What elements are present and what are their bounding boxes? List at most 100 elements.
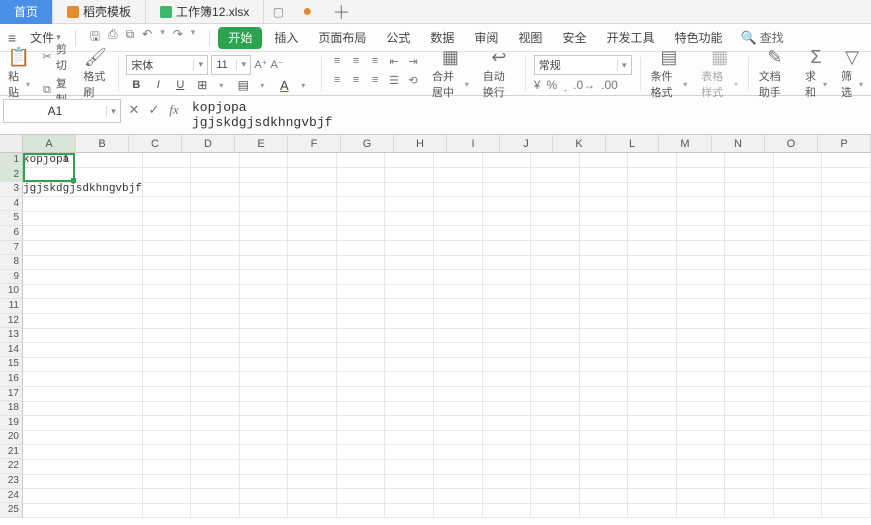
row-header-24[interactable]: 24	[0, 489, 23, 504]
cell-N2[interactable]	[725, 168, 774, 183]
col-header-L[interactable]: L	[606, 135, 659, 152]
orientation-icon[interactable]: ⟲	[404, 74, 422, 92]
cell-M25[interactable]	[676, 503, 725, 518]
cell-M5[interactable]	[676, 211, 725, 226]
cell-G21[interactable]	[385, 445, 434, 460]
cell-O1[interactable]	[773, 153, 822, 168]
cell-C25[interactable]	[191, 503, 240, 518]
cell-L19[interactable]	[628, 416, 677, 431]
confirm-edit-icon[interactable]: ✓	[144, 96, 164, 118]
cell-K2[interactable]	[579, 168, 628, 183]
cell-C24[interactable]	[191, 489, 240, 504]
cell-G16[interactable]	[385, 372, 434, 387]
cell-I23[interactable]	[482, 474, 531, 489]
cell-A13[interactable]	[23, 328, 142, 343]
indent-increase-icon[interactable]: ⇥	[404, 55, 422, 73]
align-left-icon[interactable]: ≡	[328, 74, 346, 92]
cell-A8[interactable]	[23, 255, 142, 270]
chevron-down-icon[interactable]: ▾	[254, 81, 270, 90]
chevron-down-icon[interactable]: ▾	[295, 81, 311, 90]
cell-N3[interactable]	[725, 182, 774, 197]
cell-E21[interactable]	[288, 445, 337, 460]
cell-D5[interactable]	[239, 211, 288, 226]
cell-O6[interactable]	[773, 226, 822, 241]
cell-F1[interactable]	[336, 153, 385, 168]
cell-J7[interactable]	[531, 241, 580, 256]
cell-P10[interactable]	[822, 284, 871, 299]
cell-I11[interactable]	[482, 299, 531, 314]
cell-H24[interactable]	[434, 489, 483, 504]
cell-D7[interactable]	[239, 241, 288, 256]
cell-A19[interactable]	[23, 416, 142, 431]
cell-E4[interactable]	[288, 197, 337, 212]
cell-N15[interactable]	[725, 357, 774, 372]
cell-A6[interactable]	[23, 226, 142, 241]
cell-E6[interactable]	[288, 226, 337, 241]
fx-icon[interactable]: fx	[164, 96, 184, 118]
row-header-19[interactable]: 19	[0, 416, 23, 431]
cell-M23[interactable]	[676, 474, 725, 489]
row-header-6[interactable]: 6	[0, 226, 23, 241]
row-header-25[interactable]: 25	[0, 503, 23, 518]
cell-I21[interactable]	[482, 445, 531, 460]
row-header-16[interactable]: 16	[0, 372, 23, 387]
cell-B13[interactable]	[142, 328, 191, 343]
cell-P16[interactable]	[822, 372, 871, 387]
cell-A25[interactable]	[23, 503, 142, 518]
cell-G25[interactable]	[385, 503, 434, 518]
cell-M2[interactable]	[676, 168, 725, 183]
cell-O2[interactable]	[773, 168, 822, 183]
cell-D22[interactable]	[239, 459, 288, 474]
cell-D3[interactable]	[239, 182, 288, 197]
cell-L9[interactable]	[628, 270, 677, 285]
cell-P5[interactable]	[822, 211, 871, 226]
cell-N21[interactable]	[725, 445, 774, 460]
filter[interactable]: ▽ 筛选▾	[837, 52, 867, 96]
cell-B18[interactable]	[142, 401, 191, 416]
redo-icon[interactable]: ↷	[173, 27, 183, 48]
cell-H18[interactable]	[434, 401, 483, 416]
cell-J14[interactable]	[531, 343, 580, 358]
cell-C4[interactable]	[191, 197, 240, 212]
align-right-icon[interactable]: ≡	[366, 74, 384, 92]
cell-B10[interactable]	[142, 284, 191, 299]
cell-B6[interactable]	[142, 226, 191, 241]
cell-D15[interactable]	[239, 357, 288, 372]
cell-J2[interactable]	[531, 168, 580, 183]
cell-M16[interactable]	[676, 372, 725, 387]
cell-H12[interactable]	[434, 314, 483, 329]
cell-N4[interactable]	[725, 197, 774, 212]
cell-L18[interactable]	[628, 401, 677, 416]
cell-I6[interactable]	[482, 226, 531, 241]
cell-B12[interactable]	[142, 314, 191, 329]
cell-N14[interactable]	[725, 343, 774, 358]
cell-H19[interactable]	[434, 416, 483, 431]
cell-N25[interactable]	[725, 503, 774, 518]
cell-A11[interactable]	[23, 299, 142, 314]
cell-I7[interactable]	[482, 241, 531, 256]
col-header-H[interactable]: H	[394, 135, 447, 152]
cell-O3[interactable]	[773, 182, 822, 197]
font-color-button[interactable]: A	[276, 78, 292, 93]
cell-F13[interactable]	[336, 328, 385, 343]
cell-N9[interactable]	[725, 270, 774, 285]
chevron-down-icon[interactable]: ▾	[213, 81, 229, 90]
cell-A7[interactable]	[23, 241, 142, 256]
cell-B19[interactable]	[142, 416, 191, 431]
cell-F18[interactable]	[336, 401, 385, 416]
cell-M19[interactable]	[676, 416, 725, 431]
cell-F19[interactable]	[336, 416, 385, 431]
cell-F2[interactable]	[336, 168, 385, 183]
decimal-dec-icon[interactable]: .00	[601, 78, 618, 92]
cell-C19[interactable]	[191, 416, 240, 431]
col-header-D[interactable]: D	[182, 135, 235, 152]
cell-A4[interactable]	[23, 197, 142, 212]
cell-K11[interactable]	[579, 299, 628, 314]
cut-button[interactable]: ✂剪切	[42, 41, 71, 73]
cell-L17[interactable]	[628, 387, 677, 402]
cell-J3[interactable]	[531, 182, 580, 197]
cell-P4[interactable]	[822, 197, 871, 212]
cell-K25[interactable]	[579, 503, 628, 518]
paste-group[interactable]: 📋 粘贴▾	[4, 52, 34, 96]
cell-F16[interactable]	[336, 372, 385, 387]
